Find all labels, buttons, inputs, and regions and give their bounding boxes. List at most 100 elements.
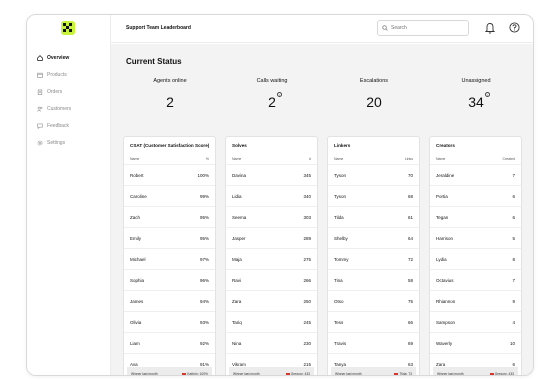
row-name: Tyson [334,172,347,178]
row-name: Harrison [436,235,454,241]
table-row[interactable]: Harrison 5 [430,227,521,248]
clipboard-icon [36,88,44,96]
sidebar-item-products[interactable]: Products [27,66,111,83]
sidebar-item-label: Feedback [47,122,69,129]
table-row[interactable]: Jeraldine 7 [430,164,521,185]
table-row[interactable]: Lidia 340 [226,185,317,206]
table-row[interactable]: Travis 69 [328,332,419,353]
row-value: 275 [303,256,311,262]
table-row[interactable]: Emily 95% [124,227,215,248]
row-name: Robert [130,172,144,178]
stat-label: Agents online [153,78,187,84]
table-row[interactable]: Davina 345 [226,164,317,185]
row-value: 5 [512,235,515,241]
row-name: Tariq [232,319,242,325]
table-row[interactable]: Shelby 64 [328,227,419,248]
table-row[interactable]: Portia 6 [430,185,521,206]
row-value: 96% [199,277,209,283]
table-row[interactable]: Lydia 8 [430,248,521,269]
home-icon [36,54,44,62]
table-row[interactable]: Tess 66 [328,311,419,332]
row-value: 93% [199,319,209,325]
row-name: Olivia [130,319,142,325]
table-row[interactable]: James 94% [124,290,215,311]
row-value: 303 [303,214,311,220]
footer-winner: Tilda: 73 [394,372,412,375]
stat-escalations: Escalations 20 [325,76,423,112]
page-title: Support Team Leaderboard [126,25,191,31]
row-name: Waverly [436,340,453,346]
panel-rows: Jeraldine 7 Portia 6 Tegan 6 Harrison 5 Lydia 8 Oc… [430,164,521,374]
stat-unassigned: Unassigned 34 i [427,76,525,112]
help-icon[interactable] [509,22,520,33]
table-row[interactable]: Zara 250 [226,290,317,311]
row-value: 100% [197,172,209,178]
search-box[interactable] [377,20,469,36]
sidebar-item-feedback[interactable]: Feedback [27,117,111,134]
footer-label: Winner last month [335,372,362,376]
row-value: 7 [512,277,515,283]
row-value: 340 [303,193,311,199]
row-value: 6 [512,214,515,220]
row-name: Tilda [334,214,344,220]
sidebar-item-settings[interactable]: Settings [27,134,111,151]
row-value: 345 [303,172,311,178]
row-name: James [130,298,144,304]
row-name: Ravi [232,277,242,283]
table-row[interactable]: Octavius 7 [430,269,521,290]
panel-title: Linkers [334,143,351,148]
table-row[interactable]: Rhiannon 9 [430,290,521,311]
footer-winner: Gregory: 433 [285,372,310,375]
table-row[interactable]: Michael 97% [124,248,215,269]
table-row[interactable]: Sophia 96% [124,269,215,290]
sidebar-item-customers[interactable]: Customers [27,100,111,117]
info-icon[interactable]: i [484,92,490,97]
row-value: 10 [509,340,515,346]
app-window: Overview Products Orders Customers Feedb… [26,14,534,376]
winner-footer: Winner last month Gregory: 433 [229,367,314,375]
search-input[interactable] [391,25,467,31]
search-icon [382,25,388,31]
table-row[interactable]: Tina 58 [328,269,419,290]
table-row[interactable]: Caroline 99% [124,185,215,206]
column-header-value: Created [502,157,515,161]
row-value: 63 [407,361,413,367]
row-value: 250 [303,298,311,304]
table-row[interactable]: Seema 303 [226,206,317,227]
table-row[interactable]: Tyson 70 [328,164,419,185]
table-row[interactable]: Robert 100% [124,164,215,185]
table-row[interactable]: Otso 75 [328,290,419,311]
section-title: Current Status [126,57,182,66]
sidebar-item-orders[interactable]: Orders [27,83,111,100]
table-row[interactable]: Jasper 289 [226,227,317,248]
bell-icon[interactable] [485,22,495,34]
table-row[interactable]: Tommy 72 [328,248,419,269]
table-row[interactable]: Tariq 245 [226,311,317,332]
table-row[interactable]: Ravi 266 [226,269,317,290]
row-name: Shelby [334,235,348,241]
info-icon[interactable]: i [276,92,282,97]
row-value: 266 [303,277,311,283]
row-value: 68 [407,193,413,199]
table-row[interactable]: Tegan 6 [430,206,521,227]
row-value: 94% [199,298,209,304]
table-row[interactable]: Maja 275 [226,248,317,269]
table-row[interactable]: Olivia 93% [124,311,215,332]
row-name: Tanya [334,361,347,367]
row-name: Jeraldine [436,172,455,178]
table-row[interactable]: Sampson 4 [430,311,521,332]
table-row[interactable]: Tilda 61 [328,206,419,227]
sidebar-item-overview[interactable]: Overview [27,49,111,66]
row-name: Davina [232,172,247,178]
logo[interactable] [61,21,75,35]
row-value: 64 [407,235,413,241]
panel-column-headers: Name Links [334,157,413,161]
table-row[interactable]: Tyson 68 [328,185,419,206]
table-row[interactable]: Zach 95% [124,206,215,227]
table-row[interactable]: Nina 230 [226,332,317,353]
row-name: Rhiannon [436,298,456,304]
table-row[interactable]: Waverly 10 [430,332,521,353]
row-value: 95% [199,214,209,220]
table-row[interactable]: Liam 92% [124,332,215,353]
box-icon [36,71,44,79]
